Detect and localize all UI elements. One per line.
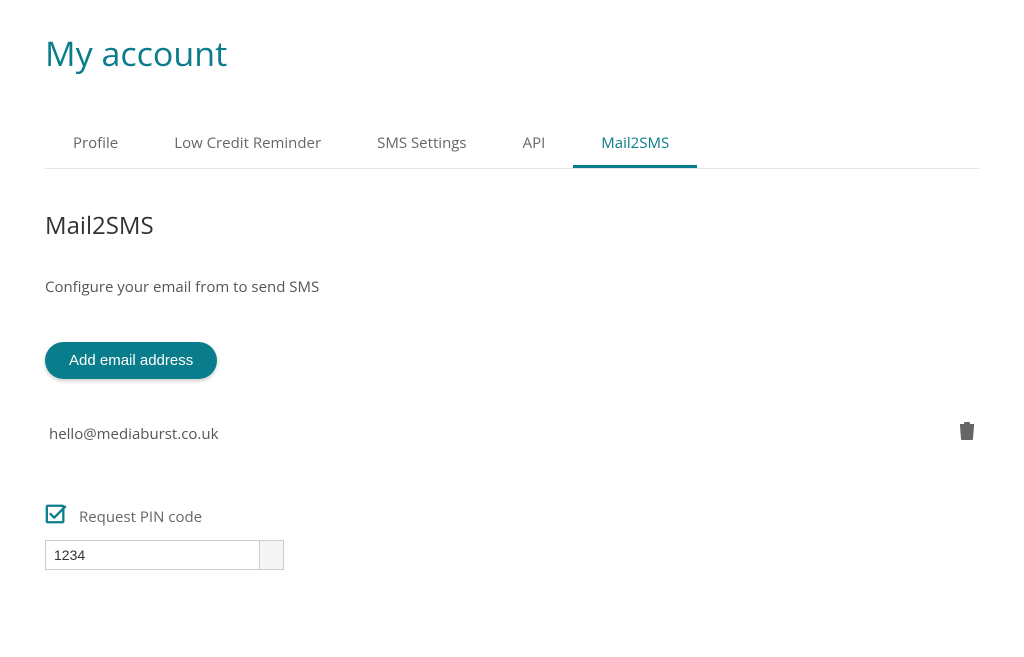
pin-input-addon[interactable] bbox=[260, 540, 284, 570]
tab-sms-settings[interactable]: SMS Settings bbox=[349, 121, 494, 168]
email-row: hello@mediaburst.co.uk bbox=[45, 414, 979, 453]
pin-section: Request PIN code bbox=[45, 503, 979, 570]
tab-api[interactable]: API bbox=[495, 121, 574, 168]
section-title: Mail2SMS bbox=[45, 209, 979, 242]
tabs-container: Profile Low Credit Reminder SMS Settings… bbox=[45, 121, 979, 169]
tab-low-credit-reminder[interactable]: Low Credit Reminder bbox=[146, 121, 349, 168]
pin-input-group bbox=[45, 540, 979, 570]
section-description: Configure your email from to send SMS bbox=[45, 277, 979, 297]
page-title: My account bbox=[45, 30, 979, 76]
pin-input[interactable] bbox=[45, 540, 260, 570]
pin-checkbox-label: Request PIN code bbox=[79, 507, 202, 527]
pin-checkbox-row: Request PIN code bbox=[45, 503, 979, 530]
add-email-button[interactable]: Add email address bbox=[45, 342, 217, 379]
trash-icon[interactable] bbox=[959, 422, 975, 445]
checkbox-checked-icon[interactable] bbox=[45, 503, 67, 530]
tab-mail2sms[interactable]: Mail2SMS bbox=[573, 121, 697, 168]
tab-profile[interactable]: Profile bbox=[45, 121, 146, 168]
email-address: hello@mediaburst.co.uk bbox=[49, 424, 218, 444]
